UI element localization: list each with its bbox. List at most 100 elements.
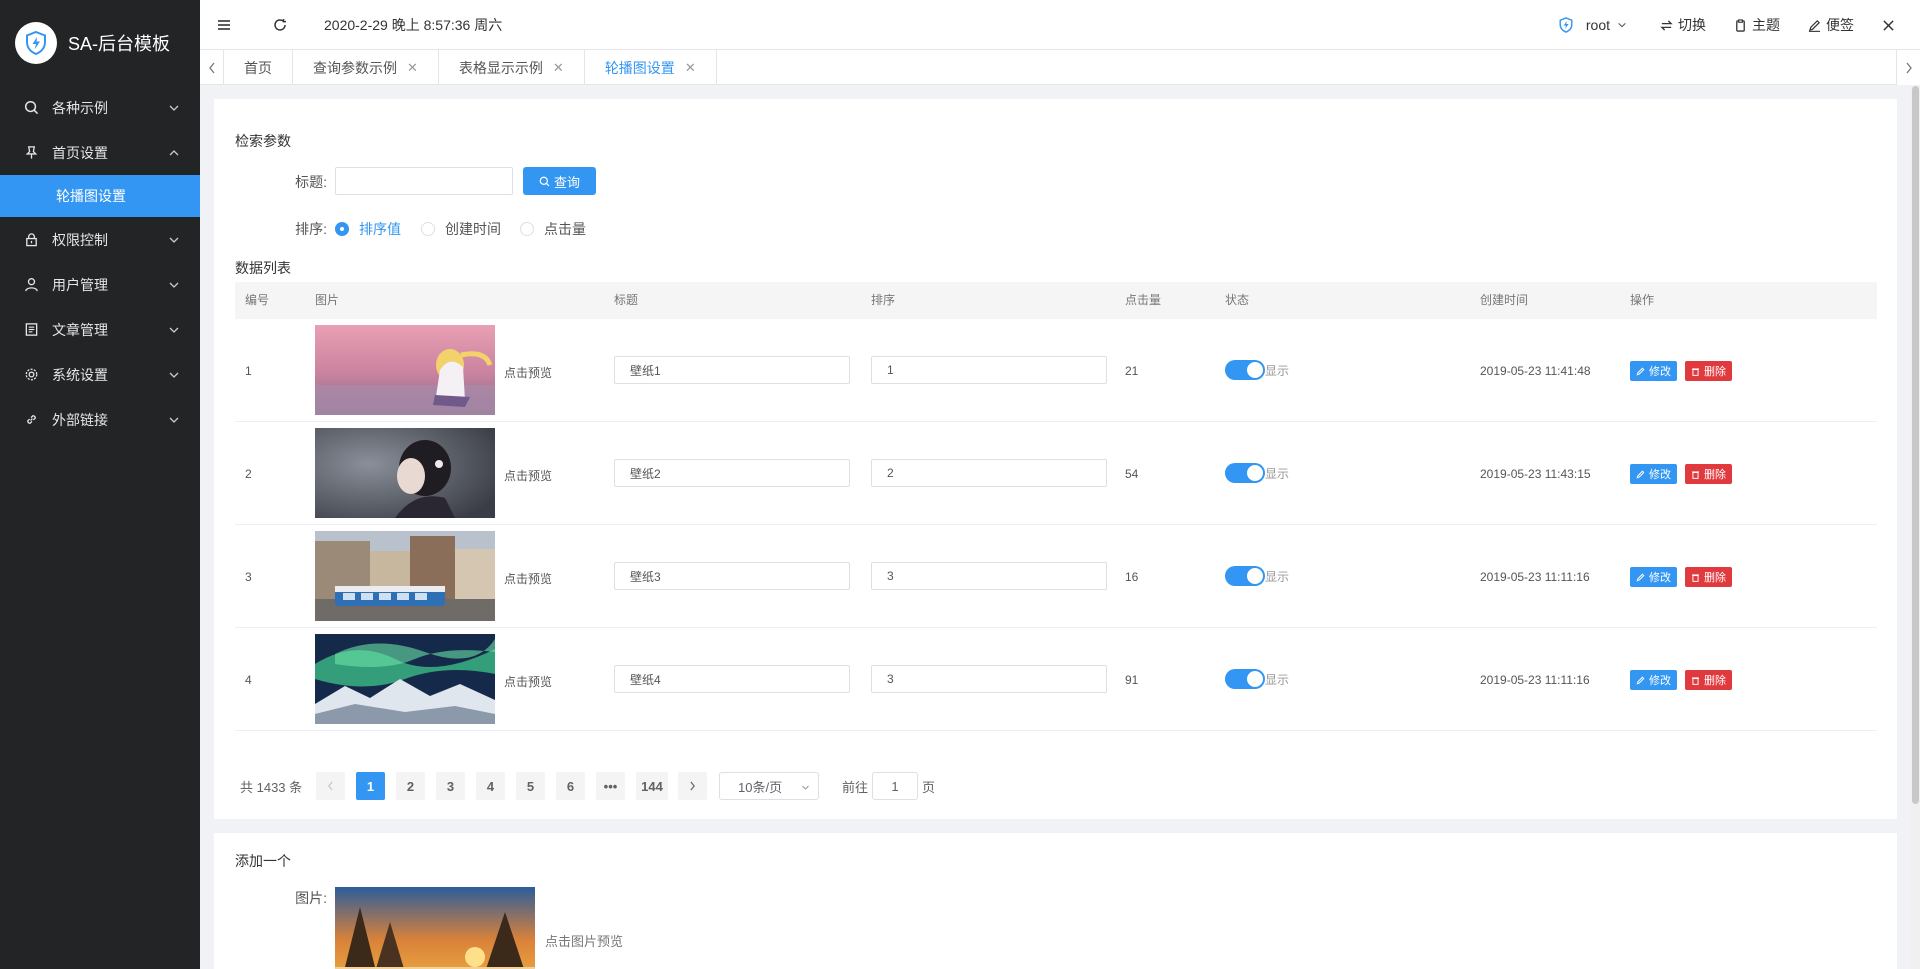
page-button[interactable]: 6 [556,772,585,800]
sort-input[interactable]: 3 [871,665,1107,693]
sidebar-item-examples[interactable]: 各种示例 [0,85,200,130]
chevron-down-icon [169,372,179,378]
title-input[interactable]: 壁纸4 [614,665,850,693]
anime-girl-pink-sky-image[interactable] [315,325,495,415]
menu-toggle-icon[interactable] [212,13,236,37]
tab-scroll-right-icon[interactable] [1896,50,1920,85]
sort-input[interactable]: 1 [871,356,1107,384]
user-menu[interactable]: root [1557,16,1632,34]
sort-radio-sort-value[interactable]: 排序值 [335,219,401,239]
header-actions: root 切换 主题 便签 [1557,0,1920,50]
delete-label: 删除 [1704,675,1726,687]
note-button[interactable]: 便签 [1808,15,1854,35]
sidebar-item-permission[interactable]: 权限控制 [0,217,200,262]
table-row: 4 点击预览 壁纸4 3 91 显示 2019-05-23 11:11:16 修… [235,628,1877,731]
close-icon[interactable]: ✕ [553,60,564,76]
sidebar-item-system[interactable]: 系统设置 [0,352,200,397]
preview-link[interactable]: 点击预览 [504,673,552,690]
sort-input[interactable]: 3 [871,562,1107,590]
edit-label: 修改 [1649,469,1671,481]
preview-link[interactable]: 点击预览 [504,364,552,381]
delete-button[interactable]: 删除 [1685,464,1732,484]
list-card: 检索参数 标题: 查询 排序: 排序值 创建时间 点击量 数据列表 编号 图片 … [214,99,1897,819]
scrollbar-thumb[interactable] [1912,86,1919,804]
sidebar-item-links[interactable]: 外部链接 [0,397,200,442]
add-section-title: 添加一个 [235,853,291,869]
preview-link[interactable]: 点击预览 [504,570,552,587]
page-button[interactable]: 5 [516,772,545,800]
status-toggle[interactable] [1225,669,1265,689]
sidebar-item-users[interactable]: 用户管理 [0,262,200,307]
document-icon [23,322,39,338]
switch-button[interactable]: 切换 [1660,15,1706,35]
edit-button[interactable]: 修改 [1630,567,1677,587]
sidebar: SA-后台模板 各种示例 首页设置 轮播图设置 权限控制 用户管理 文章管理 系… [0,0,200,969]
link-icon [23,412,39,428]
query-button[interactable]: 查询 [523,167,596,195]
theme-button[interactable]: 主题 [1734,15,1780,35]
sidebar-subitem-carousel[interactable]: 轮播图设置 [0,175,200,217]
top-header: 2020-2-29 晚上 8:57:36 周六 root 切换 主题 便签 [200,0,1920,50]
preview-link[interactable]: 点击预览 [504,467,552,484]
tab-scroll-left-icon[interactable] [200,50,224,85]
sort-input[interactable]: 2 [871,459,1107,487]
sidebar-item-label: 文章管理 [52,321,108,338]
title-input[interactable]: 壁纸1 [614,356,850,384]
anime-girl-dark-portrait-image[interactable] [315,428,495,518]
next-page-icon[interactable] [678,772,707,800]
page-button[interactable]: 144 [636,772,668,800]
delete-button[interactable]: 删除 [1685,361,1732,381]
close-icon[interactable]: ✕ [685,60,696,76]
title-input[interactable]: 壁纸3 [614,562,850,590]
edit-button[interactable]: 修改 [1630,361,1677,381]
status-toggle[interactable] [1225,360,1265,380]
page-goto: 前往 1 页 [842,772,935,800]
logo-row[interactable]: SA-后台模板 [0,0,200,85]
row-id: 3 [245,570,252,584]
city-tram-street-image[interactable] [315,531,495,621]
sidebar-item-label: 外部链接 [52,411,108,428]
status-toggle[interactable] [1225,566,1265,586]
page-button[interactable]: 1 [356,772,385,800]
fullscreen-button[interactable] [1882,19,1900,32]
sunset-forest-image[interactable] [335,887,535,969]
prev-page-icon[interactable] [316,772,345,800]
aurora-mountains-image[interactable] [315,634,495,724]
page-button[interactable]: 3 [436,772,465,800]
table-section-title: 数据列表 [235,260,291,276]
delete-button[interactable]: 删除 [1685,670,1732,690]
sort-radio-clicks[interactable]: 点击量 [520,219,586,239]
page-button[interactable]: 2 [396,772,425,800]
page-ellipsis[interactable]: ••• [596,772,625,800]
tab-home[interactable]: 首页 [224,50,293,85]
delete-button[interactable]: 删除 [1685,567,1732,587]
status-toggle[interactable] [1225,463,1265,483]
page-button[interactable]: 4 [476,772,505,800]
tab-query-params[interactable]: 查询参数示例 ✕ [293,50,439,85]
edit-button[interactable]: 修改 [1630,670,1677,690]
tab-bar: 首页 查询参数示例 ✕ 表格显示示例 ✕ 轮播图设置 ✕ [200,50,1920,85]
title-filter-input[interactable] [335,167,513,195]
edit-button[interactable]: 修改 [1630,464,1677,484]
sidebar-item-articles[interactable]: 文章管理 [0,307,200,352]
main-content: 检索参数 标题: 查询 排序: 排序值 创建时间 点击量 数据列表 编号 图片 … [200,86,1906,969]
close-icon[interactable]: ✕ [407,60,418,76]
edit-label: 修改 [1649,572,1671,584]
sidebar-item-home-settings[interactable]: 首页设置 [0,130,200,175]
radio-label: 排序值 [359,221,401,237]
click-count: 21 [1125,364,1139,378]
page-size-select[interactable]: 10条/页 [719,772,819,800]
chevron-down-icon [802,785,809,790]
goto-page-input[interactable]: 1 [872,772,919,800]
click-count: 54 [1125,467,1139,481]
chevron-down-icon [169,282,179,288]
column-header: 排序 [871,293,896,307]
refresh-icon[interactable] [268,13,292,37]
pagination-total: 共 1433 条 [240,772,302,800]
edit-icon [1636,676,1645,685]
tab-table-display[interactable]: 表格显示示例 ✕ [439,50,585,85]
sort-radio-created[interactable]: 创建时间 [421,219,501,239]
created-time: 2019-05-23 11:41:48 [1480,364,1591,378]
title-input[interactable]: 壁纸2 [614,459,850,487]
tab-carousel[interactable]: 轮播图设置 ✕ [585,50,717,85]
